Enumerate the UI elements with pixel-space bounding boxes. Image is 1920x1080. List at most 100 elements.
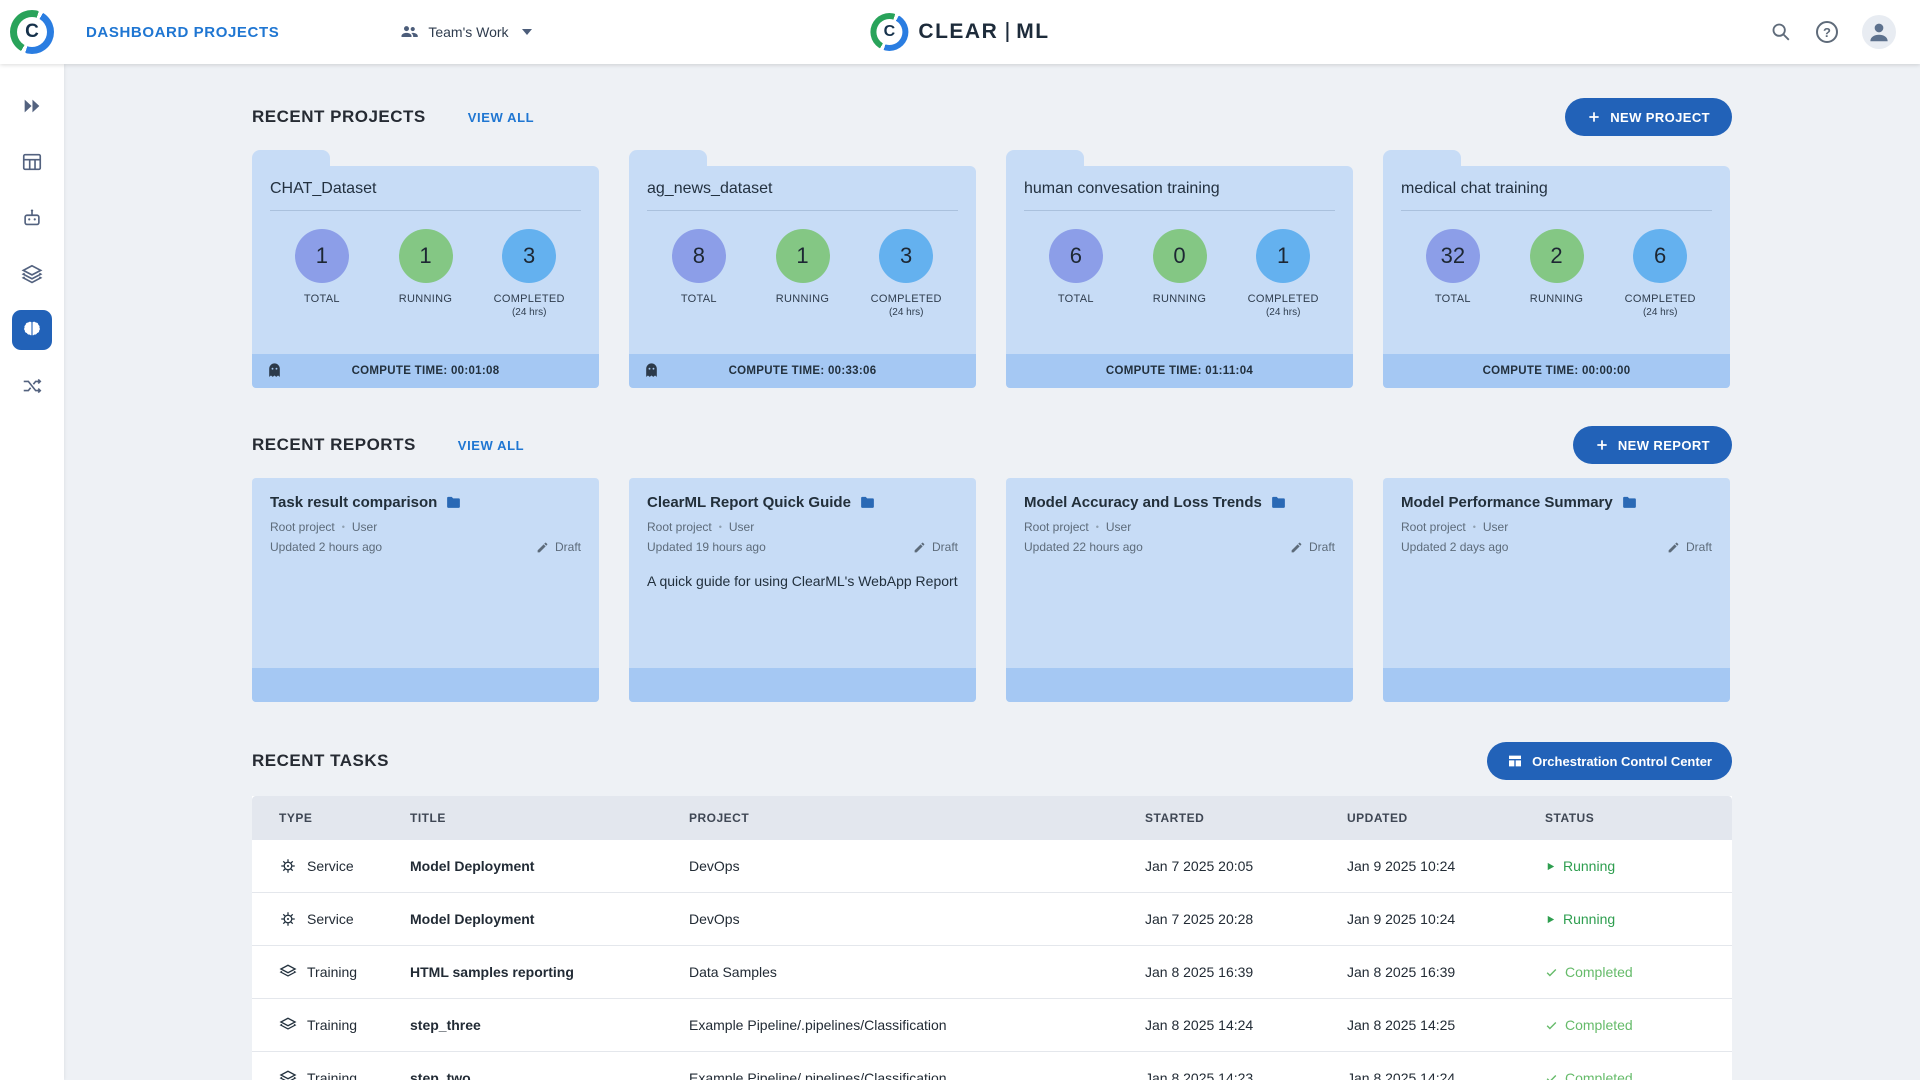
recent-tasks-table: TYPE TITLE PROJECT STARTED UPDATED STATU…	[252, 796, 1732, 1080]
sidebar-item-pipelines[interactable]	[12, 254, 52, 294]
folder-tab	[1006, 150, 1084, 166]
report-updated: Updated 19 hours ago	[647, 540, 766, 554]
reports-section-header: RECENT REPORTS VIEW ALL NEW REPORT	[252, 426, 1732, 464]
running-count: 2	[1529, 229, 1584, 283]
folder-tab	[1383, 150, 1461, 166]
workspace-switcher[interactable]: Team's Work	[399, 22, 532, 42]
brain-icon	[24, 321, 40, 336]
project-name: medical chat training	[1401, 180, 1712, 211]
table-row[interactable]: Training step_two Example Pipeline/.pipe…	[252, 1051, 1732, 1080]
running-count: 1	[398, 229, 453, 283]
table-row[interactable]: Service Model Deployment DevOps Jan 7 20…	[252, 892, 1732, 946]
table-icon	[22, 153, 42, 171]
total-count: 8	[671, 229, 726, 283]
task-title: Model Deployment	[410, 892, 689, 946]
report-card[interactable]: Model Performance Summary Root project •…	[1383, 478, 1730, 702]
report-author: User	[728, 520, 755, 534]
brand-logo: C CLEAR ML	[870, 13, 1049, 51]
report-project: Root project	[647, 520, 712, 534]
task-type: Service	[307, 911, 354, 927]
clearml-logo-icon: C	[10, 10, 54, 54]
status-badge: Running	[1545, 893, 1724, 945]
project-card[interactable]: medical chat training 32 TOTAL 2 RUNNING 6…	[1383, 150, 1730, 388]
check-icon	[1546, 1021, 1557, 1029]
col-type: TYPE	[252, 796, 410, 840]
search-icon[interactable]	[1770, 21, 1792, 43]
task-updated: Jan 8 2025 14:24	[1347, 1051, 1545, 1080]
pencil-icon	[537, 542, 548, 552]
total-count: 6	[1048, 229, 1103, 283]
folder-icon	[1271, 496, 1285, 508]
status-badge: Completed	[1545, 946, 1724, 998]
user-avatar[interactable]	[1862, 15, 1896, 49]
completed-count: 1	[1256, 229, 1311, 283]
plus-icon	[1597, 440, 1607, 450]
training-icon	[279, 1070, 297, 1080]
table-row[interactable]: Service Model Deployment DevOps Jan 7 20…	[252, 840, 1732, 893]
projects-view-all-link[interactable]: VIEW ALL	[468, 110, 534, 125]
play-icon	[1547, 915, 1555, 923]
report-updated: Updated 2 hours ago	[270, 540, 383, 554]
orchestration-control-center-button[interactable]: Orchestration Control Center	[1487, 742, 1732, 780]
sidebar-item-projects[interactable]	[12, 86, 52, 126]
compute-time: COMPUTE TIME: 00:01:08	[351, 365, 500, 377]
report-project: Root project	[1024, 520, 1089, 534]
report-card[interactable]: ClearML Report Quick Guide Root project …	[629, 478, 976, 702]
ghost-icon	[643, 362, 660, 379]
project-card[interactable]: ag_news_dataset 8 TOTAL 1 RUNNING 3 COMPLET…	[629, 150, 976, 388]
task-started: Jan 8 2025 16:39	[1145, 945, 1347, 999]
task-title: step_two	[410, 1051, 689, 1080]
sidebar-item-dashboard-active[interactable]	[12, 310, 52, 350]
task-type: Service	[307, 858, 354, 874]
new-report-button[interactable]: NEW REPORT	[1572, 426, 1732, 464]
grid-icon	[1509, 755, 1522, 767]
workspace-label: Team's Work	[428, 24, 509, 40]
reports-view-all-link[interactable]: VIEW ALL	[458, 438, 524, 453]
report-footer-bar	[1006, 668, 1353, 702]
pencil-icon	[914, 542, 925, 552]
folder-icon	[861, 496, 874, 508]
sidebar-item-models[interactable]	[12, 198, 52, 238]
task-project: Example Pipeline/.pipelines/Classificati…	[689, 1051, 1145, 1080]
report-description: A quick guide for using ClearML's WebApp…	[647, 573, 958, 589]
sidebar-item-workers-queues[interactable]	[12, 366, 52, 406]
help-icon[interactable]: ?	[1816, 21, 1838, 43]
report-title: Model Accuracy and Loss Trends	[1024, 494, 1262, 511]
sidebar-item-datasets[interactable]	[12, 142, 52, 182]
brand-divider	[1006, 22, 1009, 42]
report-author: User	[1105, 520, 1132, 534]
completed-count: 3	[879, 229, 934, 283]
folder-tab	[629, 150, 707, 166]
col-started: STARTED	[1145, 796, 1347, 840]
col-status: STATUS	[1545, 796, 1732, 840]
new-project-button[interactable]: NEW PROJECT	[1565, 98, 1732, 136]
logo-initial: C	[17, 17, 47, 47]
report-title: Task result comparison	[270, 494, 438, 511]
project-name: ag_news_dataset	[647, 180, 958, 211]
folder-icon	[447, 496, 461, 508]
draft-badge: Draft	[1290, 540, 1335, 554]
report-cards-row: Task result comparison Root project • Us…	[252, 478, 1732, 702]
table-row[interactable]: Training HTML samples reporting Data Sam…	[252, 945, 1732, 999]
report-updated: Updated 22 hours ago	[1024, 540, 1143, 554]
completed-count: 3	[502, 229, 557, 283]
project-card[interactable]: human convesation training 6 TOTAL 0 RUNNI…	[1006, 150, 1353, 388]
draft-badge: Draft	[1667, 540, 1712, 554]
report-card[interactable]: Task result comparison Root project • Us…	[252, 478, 599, 702]
shuffle-icon	[23, 378, 42, 394]
tasks-heading: RECENT TASKS	[252, 751, 389, 770]
ghost-icon	[266, 362, 283, 379]
task-project: Example Pipeline/.pipelines/Classificati…	[689, 998, 1145, 1052]
project-card[interactable]: CHAT_Dataset 1 TOTAL 1 RUNNING 3 COMPLETED(…	[252, 150, 599, 388]
team-icon	[399, 22, 419, 42]
folder-tab	[252, 150, 330, 166]
pencil-icon	[1291, 542, 1302, 552]
compute-time-bar: COMPUTE TIME: 01:11:04	[1006, 354, 1353, 388]
report-card[interactable]: Model Accuracy and Loss Trends Root proj…	[1006, 478, 1353, 702]
header-actions: ?	[1770, 15, 1920, 49]
double-chevron-icon	[24, 99, 40, 113]
app-logo[interactable]: C	[0, 10, 64, 54]
report-footer-bar	[1383, 668, 1730, 702]
table-row[interactable]: Training step_three Example Pipeline/.pi…	[252, 998, 1732, 1052]
report-project: Root project	[1401, 520, 1466, 534]
